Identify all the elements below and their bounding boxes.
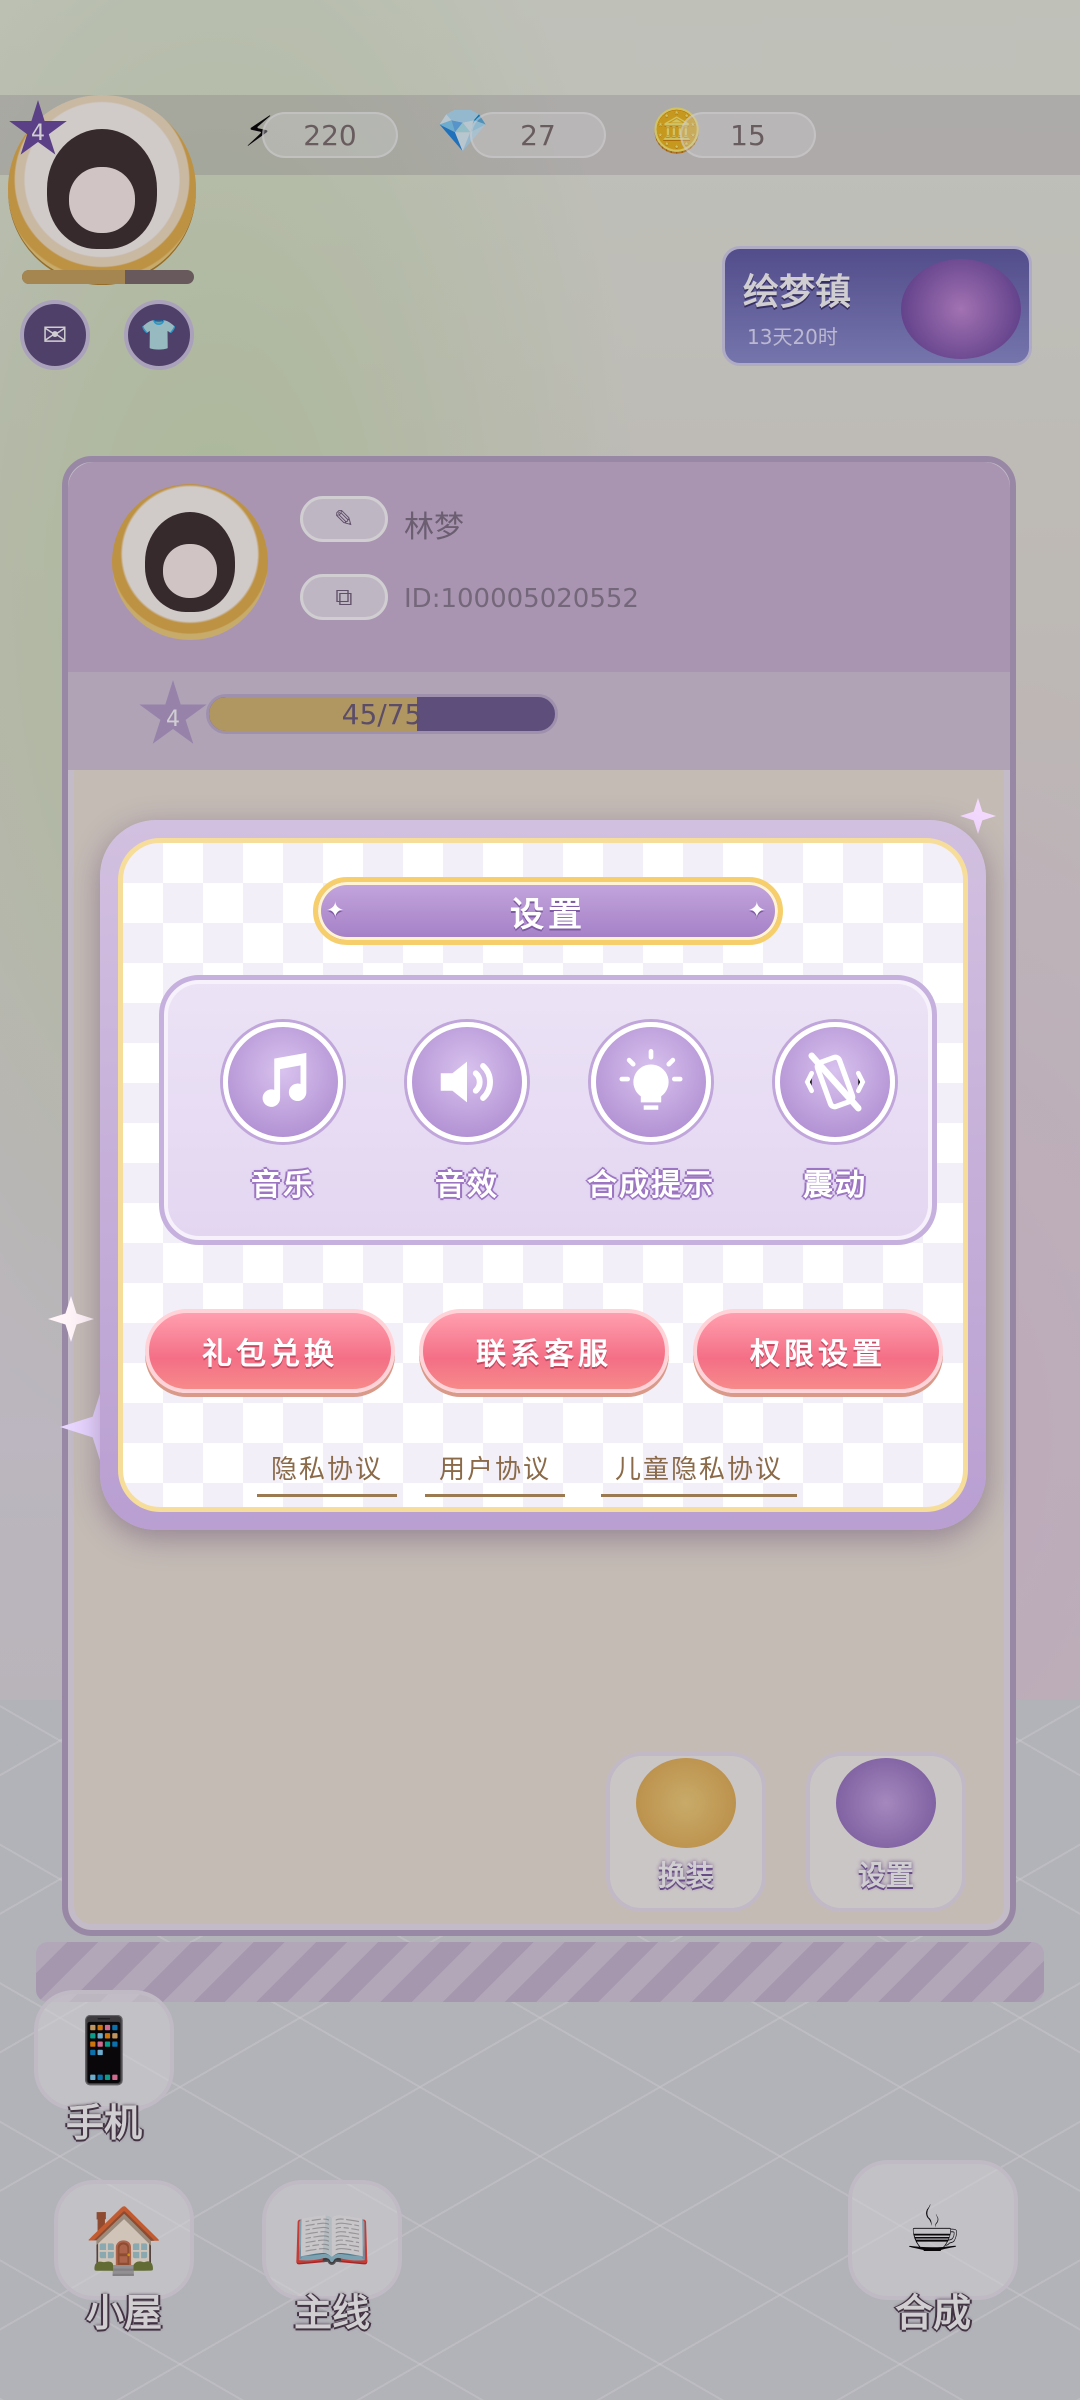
toggle-vibration-label: 震动 (803, 1168, 867, 1203)
gift-redeem-label: 礼包兑换 (202, 1337, 338, 1372)
toggle-merge-hint-label: 合成提示 (587, 1168, 715, 1203)
child-privacy-link[interactable]: 儿童隐私协议 (601, 1449, 798, 1497)
settings-modal: 设置 音乐 音效 合成提示 (100, 820, 986, 1530)
contact-support-label: 联系客服 (476, 1337, 612, 1372)
permission-settings-label: 权限设置 (750, 1337, 886, 1372)
toggle-music-label: 音乐 (251, 1168, 315, 1203)
permission-settings-button[interactable]: 权限设置 (693, 1309, 943, 1393)
user-agreement-link[interactable]: 用户协议 (425, 1449, 566, 1497)
lightbulb-icon (591, 1022, 711, 1142)
settings-modal-body: 设置 音乐 音效 合成提示 (118, 838, 968, 1512)
toggle-merge-hint[interactable]: 合成提示 (576, 1022, 726, 1204)
music-note-icon (223, 1022, 343, 1142)
toggle-vibration[interactable]: 震动 (760, 1022, 910, 1204)
gift-redeem-button[interactable]: 礼包兑换 (145, 1309, 395, 1393)
toggle-music[interactable]: 音乐 (208, 1022, 358, 1204)
contact-support-button[interactable]: 联系客服 (419, 1309, 669, 1393)
vibration-off-icon (775, 1022, 895, 1142)
settings-modal-title: 设置 (313, 877, 783, 945)
privacy-policy-link[interactable]: 隐私协议 (257, 1449, 398, 1497)
settings-toggle-panel: 音乐 音效 合成提示 震动 (159, 975, 937, 1245)
toggle-sound-effects-label: 音效 (435, 1168, 499, 1203)
toggle-sound-effects[interactable]: 音效 (392, 1022, 542, 1204)
speaker-icon (407, 1022, 527, 1142)
settings-title-text: 设置 (510, 894, 586, 935)
